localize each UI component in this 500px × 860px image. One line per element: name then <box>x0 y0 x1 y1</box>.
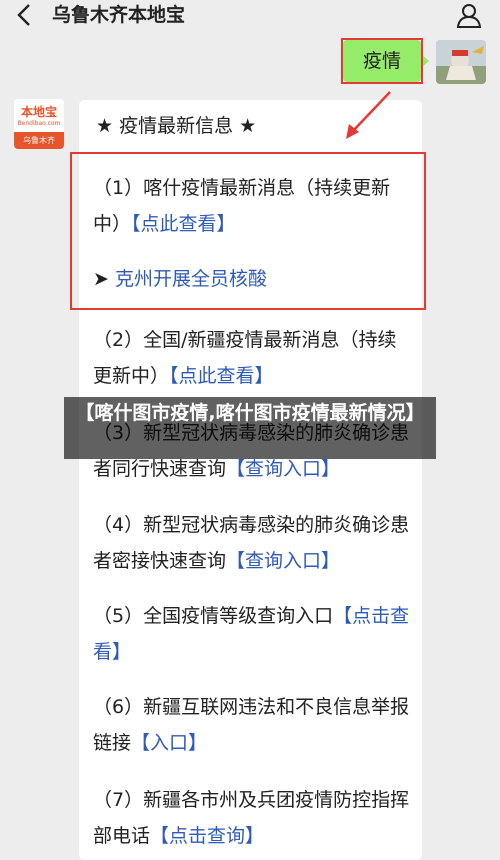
item-link[interactable]: 【点此查看】 <box>169 365 274 387</box>
user-avatar[interactable] <box>436 40 486 84</box>
brand-logo-city: 乌鲁木齐 <box>14 132 64 149</box>
item-link[interactable]: 【查询入口】 <box>226 458 340 480</box>
list-item: （1）喀什疫情最新消息（持续更新中）【点此查看】 <box>93 170 413 242</box>
item-link[interactable]: 【查询入口】 <box>226 550 340 572</box>
list-item: ➤ 克州开展全员核酸 <box>93 261 413 297</box>
person-icon[interactable] <box>456 2 482 28</box>
item-link[interactable]: 【点击查询】 <box>150 825 264 847</box>
item-link[interactable]: 克州开展全员核酸 <box>115 268 267 290</box>
brand-logo-text: 本地宝 <box>20 105 57 119</box>
list-item: （7）新疆各市州及兵团疫情防控指挥部电话【点击查询】 <box>93 782 413 854</box>
bot-avatar[interactable]: 本地宝 Bendibao.com 乌鲁木齐 <box>14 99 64 149</box>
overlay-title: 【喀什图市疫情,喀什图市疫情最新情况】 <box>75 402 425 424</box>
list-item: （4）新型冠状病毒感染的肺炎确诊患者密接快速查询【查询入口】 <box>93 507 413 579</box>
item-link[interactable]: 【入口】 <box>131 732 207 754</box>
item-link[interactable]: 【点此查看】 <box>131 213 236 235</box>
list-item: （6）新疆互联网违法和不良信息举报链接【入口】 <box>93 689 413 761</box>
user-message-bubble[interactable]: 疫情 <box>343 40 429 82</box>
list-item: （5）全国疫情等级查询入口【点击查看】 <box>93 598 413 670</box>
top-bar: 乌鲁木齐本地宝 <box>0 0 500 30</box>
item-text: （5）全国疫情等级查询入口 <box>93 605 334 627</box>
page-title: 乌鲁木齐本地宝 <box>52 4 186 26</box>
list-item: （2）全国/新疆疫情最新消息（持续更新中）【点此查看】 <box>93 322 413 394</box>
card-title: ★ 疫情最新信息 ★ <box>96 115 257 137</box>
brand-logo-url: Bendibao.com <box>17 120 61 127</box>
arrow-icon: ➤ <box>93 268 109 290</box>
chevron-left-icon[interactable] <box>14 2 36 33</box>
